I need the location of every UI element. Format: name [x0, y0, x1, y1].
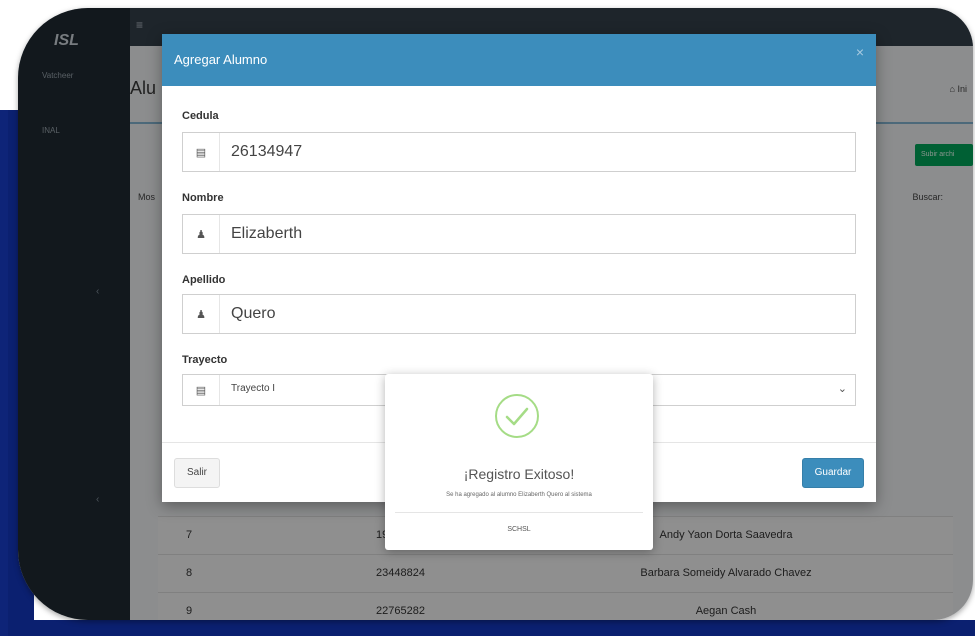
frame-bar-bottom [8, 620, 975, 636]
nombre-value[interactable]: Elizaberth [231, 225, 302, 243]
frame-bar-left-outer [0, 110, 8, 636]
nombre-label: Nombre [182, 192, 224, 204]
modal-header: Agregar Alumno × [162, 34, 876, 86]
alert-text: Se ha agregado al alumno Elizaberth Quer… [446, 492, 592, 498]
save-button[interactable]: Guardar [802, 458, 864, 488]
close-icon[interactable]: × [856, 44, 864, 60]
alert-divider [395, 512, 643, 513]
id-card-icon: ▤ [183, 375, 220, 405]
apellido-value[interactable]: Quero [231, 305, 275, 323]
modal-title: Agregar Alumno [174, 52, 268, 67]
screenshot-frame: ISL Vatcheer INAL ‹ ‹ ≡ Alu ⌂ Ini Subir … [18, 8, 973, 620]
alert-footer: SCHSL [507, 526, 531, 533]
user-icon: ♟ [183, 295, 220, 333]
id-card-icon: ▤ [183, 133, 220, 171]
exit-button[interactable]: Salir [174, 458, 220, 488]
trayecto-selected-value: Trayecto I [231, 383, 276, 394]
success-alert: ¡Registro Exitoso! Se ha agregado al alu… [385, 374, 653, 550]
apellido-field[interactable]: ♟ Quero [182, 294, 856, 334]
cedula-field[interactable]: ▤ 26134947 [182, 132, 856, 172]
cedula-value[interactable]: 26134947 [231, 143, 302, 161]
trayecto-label: Trayecto [182, 354, 228, 366]
cedula-label: Cedula [182, 110, 219, 122]
apellido-label: Apellido [182, 274, 226, 286]
success-check-icon [495, 394, 539, 438]
chevron-down-icon[interactable]: ⌄ [838, 382, 847, 395]
user-icon: ♟ [183, 215, 220, 253]
alert-title: ¡Registro Exitoso! [463, 466, 575, 482]
nombre-field[interactable]: ♟ Elizaberth [182, 214, 856, 254]
